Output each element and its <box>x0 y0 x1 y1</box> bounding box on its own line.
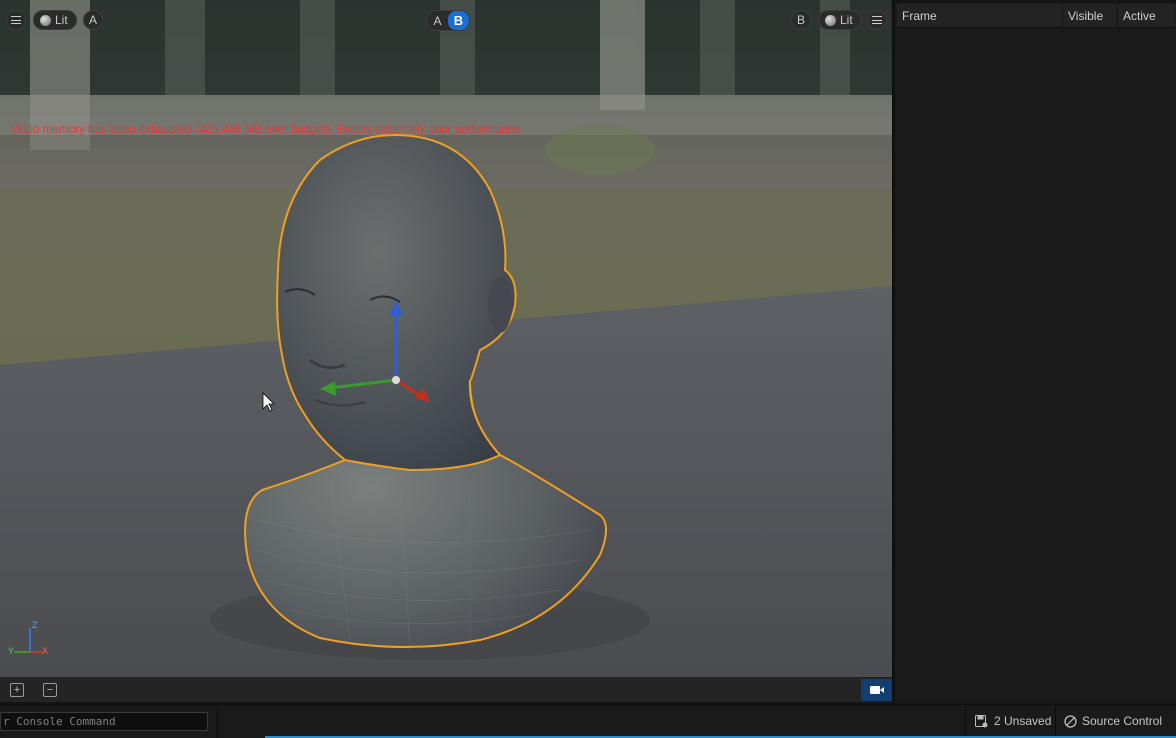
axis-y-label: Y <box>8 646 15 656</box>
status-bar: r Console Command 2 Unsaved Source Contr… <box>0 704 1176 738</box>
minus-icon: − <box>46 683 54 696</box>
source-control-label: Source Control <box>1082 714 1163 728</box>
divider <box>217 705 218 738</box>
source-control-disabled-icon <box>1064 714 1077 728</box>
console-command-input[interactable]: r Console Command <box>0 712 208 731</box>
plus-icon: + <box>13 683 21 696</box>
view-mode-label: Lit <box>840 13 853 27</box>
ab-toggle-a[interactable]: A <box>427 11 448 30</box>
slot-b-label: B <box>796 13 805 27</box>
viewport-menu-right-button[interactable] <box>867 10 887 30</box>
column-header-active[interactable]: Active <box>1118 4 1175 28</box>
slot-a-button[interactable]: A <box>83 10 103 30</box>
unsaved-label: 2 Unsaved <box>994 714 1052 728</box>
viewport-bottom-bar: + − <box>0 677 893 702</box>
axis-x-label: X <box>42 646 49 656</box>
source-control-button[interactable]: Source Control <box>1064 714 1162 728</box>
save-icon <box>975 714 988 727</box>
viewport[interactable]: Z Y X Lit A A B B Lit Video memory has b… <box>0 0 893 677</box>
remove-button[interactable]: − <box>43 683 57 697</box>
column-header-frame[interactable]: Frame <box>897 4 1063 28</box>
camera-button[interactable] <box>861 679 892 701</box>
column-header-visible[interactable]: Visible <box>1063 4 1118 28</box>
divider <box>1055 705 1056 738</box>
axis-z-label: Z <box>32 620 38 630</box>
view-mode-lit-right-button[interactable]: Lit <box>818 10 862 30</box>
lit-sphere-icon <box>40 14 51 26</box>
outliner-header: Frame Visible Active <box>897 4 1175 28</box>
ab-toggle-b[interactable]: B <box>448 11 469 30</box>
divider <box>965 705 966 738</box>
viewport-scene[interactable] <box>0 0 893 677</box>
add-button[interactable]: + <box>10 683 24 697</box>
slot-b-button[interactable]: B <box>791 10 811 30</box>
view-mode-label: Lit <box>55 13 68 27</box>
slot-a-label: A <box>88 13 97 27</box>
camera-icon <box>869 686 884 694</box>
view-mode-lit-left-button[interactable]: Lit <box>33 10 77 30</box>
lit-sphere-icon <box>825 14 836 26</box>
video-memory-warning: Video memory has been exhausted (429.445… <box>10 122 524 136</box>
frame-outliner-panel: Frame Visible Active <box>894 3 1176 702</box>
viewport-menu-left-button[interactable] <box>6 10 26 30</box>
ab-compare-toggle[interactable]: A B <box>426 10 470 31</box>
hamburger-icon <box>11 16 21 24</box>
unsaved-assets-button[interactable]: 2 Unsaved <box>975 714 1051 728</box>
hamburger-icon <box>872 16 882 24</box>
